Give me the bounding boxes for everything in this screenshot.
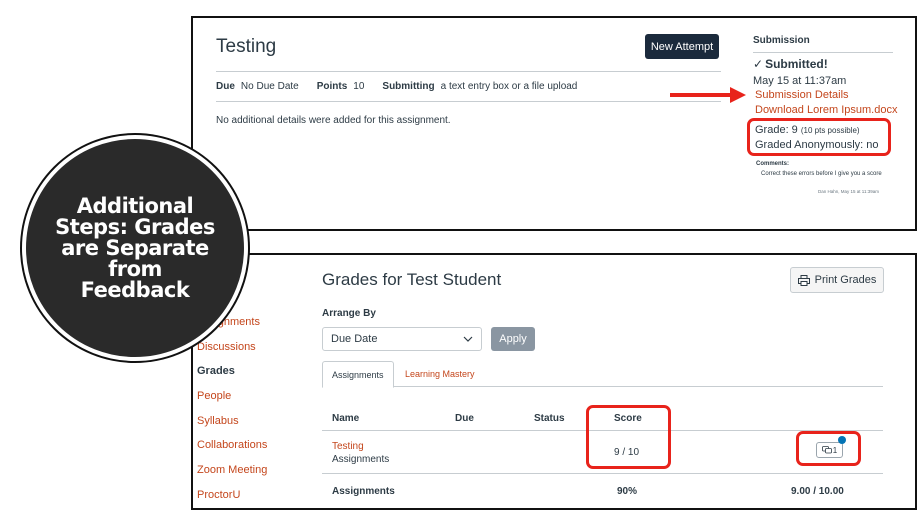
assignment-meta: Due No Due Date Points 10 Submitting a t… (216, 81, 577, 92)
points-label: Points (316, 81, 348, 92)
printer-icon (797, 274, 810, 286)
print-grades-label: Print Grades (814, 274, 877, 286)
submitting-value: a text entry box or a file upload (440, 81, 578, 92)
course-nav-people[interactable]: People (197, 390, 231, 402)
submitted-text: Submitted! (765, 57, 828, 71)
divider (216, 101, 721, 102)
download-file-link[interactable]: Download Lorem Ipsum.docx (755, 104, 897, 116)
print-grades-button[interactable]: Print Grades (790, 267, 884, 293)
submission-date: May 15 at 11:37am (753, 75, 847, 87)
arrange-by-value: Due Date (331, 333, 378, 345)
assignment-row-group: Assignments (332, 454, 390, 465)
check-icon: ✓ (753, 57, 764, 71)
divider (216, 71, 721, 72)
course-nav-zoom-meeting[interactable]: Zoom Meeting (197, 464, 267, 476)
callout-circle: Additional Steps: Grades are Separate fr… (22, 135, 248, 361)
table-divider (322, 473, 883, 474)
course-nav-discussions[interactable]: Discussions (197, 341, 256, 353)
total-row-percent: 90% (617, 486, 638, 497)
tab-learning-mastery[interactable]: Learning Mastery (405, 361, 475, 386)
comment-text: Correct these errors before I give you a… (761, 171, 882, 177)
assignment-row-name-link[interactable]: Testing (332, 441, 364, 452)
assignment-details: No additional details were added for thi… (216, 115, 451, 126)
points-value: 10 (353, 81, 365, 92)
submission-details-link[interactable]: Submission Details (755, 89, 849, 101)
course-nav-proctoru[interactable]: ProctorU (197, 489, 240, 501)
score-highlight-box (586, 405, 671, 469)
column-header-name[interactable]: Name (332, 413, 359, 424)
red-arrow-icon (670, 87, 746, 103)
divider (753, 52, 893, 53)
apply-button[interactable]: Apply (491, 327, 535, 351)
course-nav-syllabus[interactable]: Syllabus (197, 415, 239, 427)
course-nav-collaborations[interactable]: Collaborations (197, 439, 267, 451)
comments-highlight-box (796, 431, 861, 466)
chevron-down-icon (463, 336, 473, 342)
assignment-title: Testing (216, 36, 277, 57)
callout-text: Additional Steps: Grades are Separate fr… (55, 193, 215, 302)
column-header-due[interactable]: Due (455, 413, 474, 424)
assignment-screenshot-panel: Testing New Attempt Due No Due Date Poin… (191, 16, 917, 231)
tab-divider (322, 386, 883, 387)
tab-assignments[interactable]: Assignments (322, 361, 394, 388)
due-value: No Due Date (240, 81, 299, 92)
submission-status: ✓ Submitted! (753, 57, 828, 71)
comments-label: Comments: (756, 161, 790, 167)
grades-screenshot-panel: Grades for Test Student Print Grades Arr… (191, 253, 917, 510)
total-row-points: 9.00 / 10.00 (791, 486, 844, 497)
submission-heading: Submission (753, 35, 810, 46)
course-nav-grades[interactable]: Grades (197, 365, 235, 377)
submitting-label: Submitting (382, 81, 435, 92)
due-label: Due (216, 81, 235, 92)
grades-page-title: Grades for Test Student (322, 270, 502, 289)
total-row-label: Assignments (332, 486, 395, 497)
arrange-by-select[interactable]: Due Date (322, 327, 482, 351)
column-header-status[interactable]: Status (534, 413, 565, 424)
grade-highlight-box (747, 118, 891, 156)
new-attempt-button[interactable]: New Attempt (645, 34, 719, 59)
comment-author-date: Dan Hahn, May 15 at 11:39am (818, 189, 879, 194)
arrange-by-label: Arrange By (322, 308, 376, 319)
